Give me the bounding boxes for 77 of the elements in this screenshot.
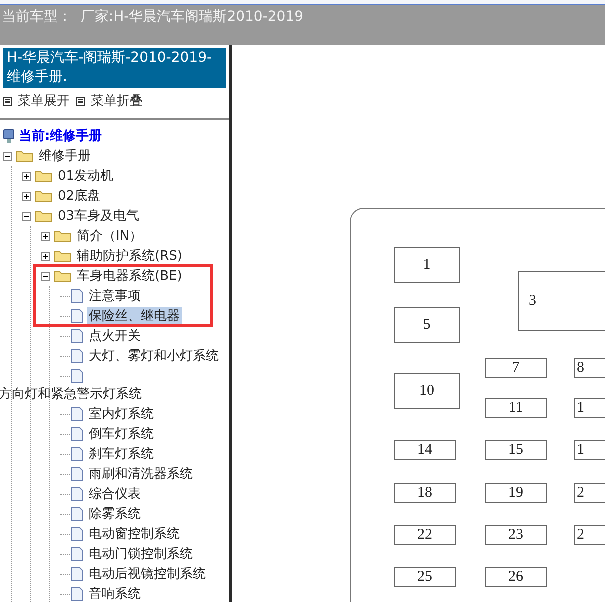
document-icon	[71, 368, 84, 384]
tree-item[interactable]: 室内灯系统	[87, 405, 156, 423]
fuse-slot: 14	[394, 440, 456, 460]
folder-icon	[35, 169, 53, 183]
fuse-slot: 2	[574, 483, 605, 503]
fuse-slot: 19	[485, 483, 547, 503]
computer-icon	[3, 128, 15, 144]
fuse-slot: 1	[574, 398, 605, 418]
fuse-slot: 1	[394, 247, 460, 283]
tree-item[interactable]: 保险丝、继电器	[87, 307, 182, 325]
document-icon	[71, 566, 84, 582]
tree-item[interactable]: 简介（IN）	[75, 227, 145, 245]
fuse-slot: 2	[574, 525, 605, 545]
tree-item[interactable]: 电动窗控制系统	[87, 525, 182, 543]
folder-icon	[35, 189, 53, 203]
fuse-slot: 1	[574, 440, 605, 460]
document-icon	[71, 586, 84, 602]
tree-item[interactable]: 01发动机	[56, 167, 116, 185]
expand-icon[interactable]	[41, 252, 50, 260]
tree-item[interactable]: 大灯、雾灯和小灯系统	[87, 347, 221, 365]
document-icon	[71, 288, 84, 304]
collapse-icon[interactable]	[41, 272, 50, 280]
fuse-slot: 11	[485, 398, 547, 418]
fuse-slot: 23	[485, 525, 547, 545]
document-icon	[71, 546, 84, 562]
tree-item[interactable]: 除雾系统	[87, 505, 143, 523]
document-icon	[71, 348, 84, 364]
fuse-slot: 15	[485, 440, 547, 460]
fuse-slot: 25	[394, 567, 456, 587]
folder-icon	[16, 149, 34, 163]
tree-item[interactable]: 刹车灯系统	[87, 445, 156, 463]
current-model-text: 当前车型： 厂家:H-华晨汽车阁瑞斯2010-2019	[2, 9, 304, 25]
tree-item[interactable]: 电动门锁控制系统	[87, 545, 195, 563]
fuse-slot: 10	[394, 373, 460, 409]
folder-icon	[54, 229, 72, 243]
manual-title: H-华晨汽车-阁瑞斯-2010-2019- 维修手册.	[3, 48, 226, 88]
expand-icon[interactable]	[41, 232, 50, 240]
tree-item[interactable]: 点火开关	[87, 327, 143, 345]
menu-toggle-link[interactable]: 菜单折叠	[76, 92, 143, 110]
collapse-icon[interactable]	[3, 152, 12, 160]
document-icon	[71, 406, 84, 422]
collapse-icon[interactable]	[22, 212, 31, 220]
document-icon	[71, 506, 84, 522]
tree-item[interactable]: 辅助防护系统(RS)	[75, 247, 184, 265]
menu-toggle-link[interactable]: 菜单展开	[3, 92, 70, 110]
document-icon	[71, 486, 84, 502]
list-icon	[3, 96, 12, 106]
fuse-slot: 3	[518, 271, 605, 331]
fuse-slot: 22	[394, 525, 456, 545]
fuse-slot: 26	[485, 567, 547, 587]
document-icon	[71, 526, 84, 542]
tree-item[interactable]: 综合仪表	[87, 485, 143, 503]
folder-icon	[54, 249, 72, 263]
tree-item[interactable]: 音响系统	[87, 585, 143, 602]
document-icon	[71, 466, 84, 482]
list-icon	[76, 96, 85, 106]
tree-item[interactable]: 注意事项	[87, 287, 143, 305]
fuse-slot: 18	[394, 483, 456, 503]
tree-item[interactable]: 电动后视镜控制系统	[87, 565, 208, 583]
document-icon	[71, 308, 84, 324]
document-icon	[71, 328, 84, 344]
tree-item[interactable]: 02底盘	[56, 187, 103, 205]
folder-icon	[35, 209, 53, 223]
tree-item[interactable]: 维修手册	[37, 147, 93, 165]
tree-item[interactable]: 03车身及电气	[56, 207, 142, 225]
tree-item[interactable]: 车身电器系统(BE)	[75, 267, 184, 285]
fuse-slot: 5	[394, 307, 460, 343]
fuse-slot: 8	[574, 358, 605, 378]
fuse-slot: 7	[485, 358, 547, 378]
current-location-text: 当前:维修手册	[19, 128, 102, 145]
tree-item[interactable]: 雨刷和清洗器系统	[87, 465, 195, 483]
expand-icon[interactable]	[22, 172, 31, 180]
folder-icon	[54, 269, 72, 283]
expand-icon[interactable]	[22, 192, 31, 200]
document-icon	[71, 446, 84, 462]
document-icon	[71, 426, 84, 442]
tree-item[interactable]: 倒车灯系统	[87, 425, 156, 443]
